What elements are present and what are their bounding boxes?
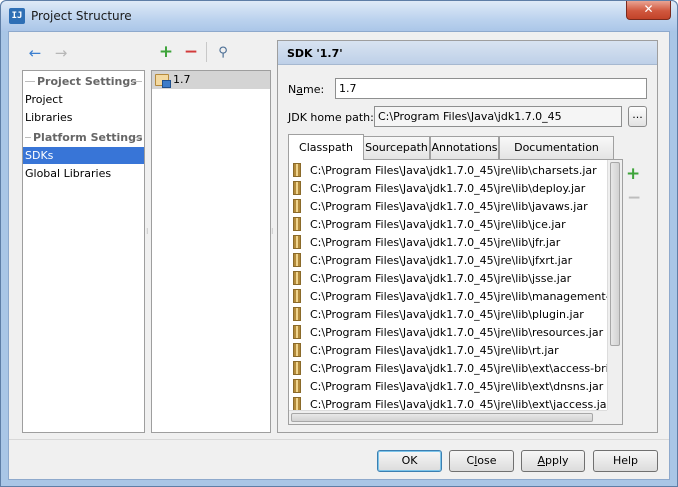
list-item[interactable]: C:\Program Files\Java\jdk1.7.0_45\jre\li… [289, 359, 607, 377]
dialog-client-area: ← → + − ⚲ Project Settings Project Libra… [8, 31, 670, 480]
tab-annotations[interactable]: Annotations [430, 136, 499, 159]
toolbar-separator [206, 42, 207, 62]
list-splitter-grip[interactable]: ⁝ [271, 228, 274, 240]
apply-button[interactable]: Apply [521, 450, 585, 472]
title-bar[interactable]: IJ Project Structure ✕ [1, 1, 677, 31]
jar-icon [293, 199, 301, 213]
list-item[interactable]: C:\Program Files\Java\jdk1.7.0_45\jre\li… [289, 287, 607, 305]
sdk-item-label: 1.7 [173, 73, 191, 86]
jar-icon [293, 235, 301, 249]
window-close-button[interactable]: ✕ [626, 1, 671, 20]
list-item[interactable]: C:\Program Files\Java\jdk1.7.0_45\jre\li… [289, 305, 607, 323]
project-structure-window: IJ Project Structure ✕ ← → + − ⚲ Project… [0, 0, 678, 487]
jar-icon [293, 253, 301, 267]
list-item[interactable]: C:\Program Files\Java\jdk1.7.0_45\jre\li… [289, 323, 607, 341]
jar-icon [293, 397, 301, 410]
nav-item-sdks[interactable]: SDKs [23, 147, 144, 164]
jar-icon [293, 361, 301, 375]
jar-icon [293, 343, 301, 357]
list-item[interactable]: C:\Program Files\Java\jdk1.7.0_45\jre\li… [289, 215, 607, 233]
jdk-home-path-field[interactable]: C:\Program Files\Java\jdk1.7.0_45 [374, 106, 622, 127]
button-bar-separator [9, 439, 669, 440]
vertical-scrollbar[interactable] [607, 160, 622, 410]
project-settings-header: Project Settings [23, 73, 144, 90]
jar-icon [293, 271, 301, 285]
browse-button[interactable]: ... [628, 106, 647, 127]
intellij-app-icon: IJ [9, 8, 25, 24]
sdk-details-panel: SDK '1.7' Name: 1.7 JDK home path: C:\Pr… [277, 40, 658, 433]
jdk-folder-icon [155, 74, 171, 88]
ok-button[interactable]: OK [377, 450, 442, 472]
jdk-home-label: JDK home path: [288, 111, 374, 124]
jar-icon [293, 181, 301, 195]
details-title: SDK '1.7' [287, 47, 343, 60]
list-item[interactable]: C:\Program Files\Java\jdk1.7.0_45\jre\li… [289, 251, 607, 269]
sdk-list-item[interactable]: 1.7 [152, 71, 270, 89]
back-arrow-icon[interactable]: ← [26, 45, 44, 61]
horizontal-scroll-thumb[interactable] [291, 413, 593, 422]
list-item[interactable]: C:\Program Files\Java\jdk1.7.0_45\jre\li… [289, 197, 607, 215]
sdk-name-input[interactable]: 1.7 [335, 78, 647, 99]
list-item[interactable]: C:\Program Files\Java\jdk1.7.0_45\jre\li… [289, 233, 607, 251]
nav-splitter-grip[interactable]: ⁝ [146, 228, 149, 240]
window-title: Project Structure [31, 9, 132, 23]
name-label: Name: [288, 83, 325, 96]
close-button[interactable]: Close [449, 450, 514, 472]
tab-documentation-paths[interactable]: Documentation Paths [499, 136, 614, 175]
add-sdk-icon[interactable]: + [157, 44, 175, 61]
nav-item-libraries[interactable]: Libraries [23, 109, 144, 126]
list-item[interactable]: C:\Program Files\Java\jdk1.7.0_45\jre\li… [289, 179, 607, 197]
help-button[interactable]: Help [593, 450, 658, 472]
sdk-list-panel: 1.7 [151, 70, 271, 433]
tab-classpath[interactable]: Classpath [288, 134, 364, 160]
jar-icon [293, 307, 301, 321]
vertical-scroll-thumb[interactable] [610, 162, 620, 346]
jar-icon [293, 217, 301, 231]
scrollbar-corner [607, 410, 622, 424]
forward-arrow-icon[interactable]: → [52, 45, 70, 61]
remove-sdk-icon[interactable]: − [182, 44, 200, 61]
jar-icon [293, 379, 301, 393]
jar-icon [293, 289, 301, 303]
list-item[interactable]: C:\Program Files\Java\jdk1.7.0_45\jre\li… [289, 269, 607, 287]
list-item[interactable]: C:\Program Files\Java\jdk1.7.0_45\jre\li… [289, 161, 607, 179]
classpath-list[interactable]: C:\Program Files\Java\jdk1.7.0_45\jre\li… [288, 159, 623, 425]
list-item[interactable]: C:\Program Files\Java\jdk1.7.0_45\jre\li… [289, 341, 607, 359]
list-item[interactable]: C:\Program Files\Java\jdk1.7.0_45\jre\li… [289, 377, 607, 395]
horizontal-scrollbar[interactable] [289, 410, 607, 424]
tab-sourcepath[interactable]: Sourcepath [363, 136, 430, 159]
jar-icon [293, 163, 301, 177]
list-item[interactable]: C:\Program Files\Java\jdk1.7.0_45\jre\li… [289, 395, 607, 410]
add-path-icon[interactable]: + [626, 164, 640, 184]
platform-settings-header: Platform Settings [23, 129, 144, 146]
jar-icon [293, 325, 301, 339]
find-usages-icon[interactable]: ⚲ [214, 45, 232, 61]
nav-item-project[interactable]: Project [23, 91, 144, 108]
nav-item-global-libraries[interactable]: Global Libraries [23, 165, 144, 182]
remove-path-icon[interactable]: − [627, 188, 641, 208]
settings-nav-panel: Project Settings Project Libraries Platf… [22, 70, 145, 433]
details-header: SDK '1.7' [278, 41, 657, 65]
